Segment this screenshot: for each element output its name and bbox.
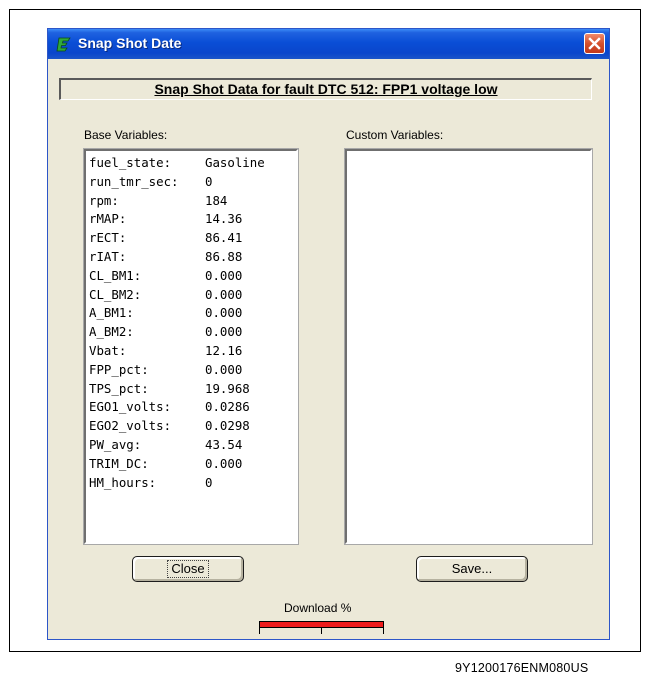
list-item[interactable]: rIAT: 86.88 [89, 248, 265, 267]
app-icon [56, 36, 72, 52]
variable-value: Gasoline [205, 155, 265, 170]
close-window-button[interactable] [584, 33, 605, 54]
list-item[interactable]: rECT: 86.41 [89, 229, 265, 248]
list-item[interactable]: Vbat: 12.16 [89, 342, 265, 361]
variable-name: A_BM1: [89, 305, 134, 321]
variable-name: fuel_state: [89, 155, 172, 170]
variable-name: TPS_pct: [89, 380, 149, 396]
base-variables-label: Base Variables: [84, 128, 168, 142]
variable-value: 14.36 [205, 211, 243, 227]
close-icon [588, 37, 601, 50]
list-item[interactable]: CL_BM2: 0.000 [89, 286, 265, 305]
variable-value: 0.000 [205, 455, 243, 471]
variable-name: rMAP: [89, 211, 127, 227]
variable-name: EGO1_volts: [89, 399, 172, 415]
save-button[interactable]: Save... [416, 556, 528, 582]
progress-tick [259, 628, 260, 634]
fault-banner: Snap Shot Data for fault DTC 512: FPP1 v… [59, 78, 592, 100]
list-item[interactable]: PW_avg: 43.54 [89, 436, 265, 455]
list-item[interactable]: EGO2_volts: 0.0298 [89, 417, 265, 436]
list-item[interactable]: CL_BM1: 0.000 [89, 267, 265, 286]
variable-value: 86.41 [205, 230, 243, 246]
custom-variables-list[interactable] [344, 148, 593, 545]
variable-name: TRIM_DC: [89, 455, 149, 471]
download-progress [259, 621, 384, 637]
list-item[interactable]: HM_hours: 0 [89, 474, 265, 493]
variable-name: CL_BM2: [89, 286, 142, 302]
variable-name: HM_hours: [89, 474, 157, 490]
variable-value: 0.000 [205, 267, 243, 283]
list-item[interactable]: fuel_state: Gasoline [89, 154, 265, 173]
close-button-label: Close [167, 560, 209, 578]
variable-name: PW_avg: [89, 436, 142, 452]
fault-banner-text: Snap Shot Data for fault DTC 512: FPP1 v… [154, 81, 498, 97]
variable-value: 0.000 [205, 361, 243, 377]
variable-value: 0 [205, 173, 213, 189]
list-item[interactable]: FPP_pct: 0.000 [89, 361, 265, 380]
variable-value: 43.54 [205, 436, 243, 452]
variable-name: EGO2_volts: [89, 418, 172, 434]
list-item[interactable]: A_BM2: 0.000 [89, 323, 265, 342]
close-button[interactable]: Close [132, 556, 244, 582]
variable-value: 0.000 [205, 305, 243, 321]
progress-tick [321, 628, 322, 634]
variable-name: rECT: [89, 230, 127, 246]
list-item[interactable]: EGO1_volts: 0.0286 [89, 398, 265, 417]
variable-name: rIAT: [89, 248, 127, 264]
progress-tick [383, 628, 384, 634]
variable-name: CL_BM1: [89, 267, 142, 283]
list-item[interactable]: TRIM_DC: 0.000 [89, 455, 265, 474]
variable-name: rpm: [89, 192, 119, 208]
variable-name: A_BM2: [89, 324, 134, 340]
window-title: Snap Shot Date [78, 35, 182, 51]
list-item[interactable]: A_BM1: 0.000 [89, 304, 265, 323]
variable-value: 0 [205, 474, 213, 490]
variable-value: 19.968 [205, 380, 250, 396]
variable-value: 0.0298 [205, 418, 250, 434]
base-variables-list[interactable]: fuel_state: Gasoline run_tmr_sec: 0 rpm: 184 r… [83, 148, 299, 545]
list-item[interactable]: rMAP: 14.36 [89, 210, 265, 229]
variable-value: 86.88 [205, 248, 243, 264]
variable-name: run_tmr_sec: [89, 173, 179, 189]
variable-value: 0.0286 [205, 399, 250, 415]
variable-name: Vbat: [89, 342, 127, 358]
document-id: 9Y1200176ENM080US [455, 661, 589, 675]
title-bar[interactable]: Snap Shot Date [48, 29, 609, 59]
custom-variables-label: Custom Variables: [346, 128, 444, 142]
variable-value: 0.000 [205, 286, 243, 302]
variable-name: FPP_pct: [89, 361, 149, 377]
list-item[interactable]: run_tmr_sec: 0 [89, 173, 265, 192]
variable-value: 12.16 [205, 342, 243, 358]
variable-value: 0.000 [205, 324, 243, 340]
save-button-label: Save... [451, 561, 493, 576]
variable-value: 184 [205, 192, 228, 208]
list-item[interactable]: TPS_pct: 19.968 [89, 380, 265, 399]
download-progress-label: Download % [284, 601, 352, 615]
snapshot-dialog: Snap Shot Date Snap Shot Data for fault … [47, 28, 610, 640]
download-progress-bar [259, 621, 384, 628]
list-item[interactable]: rpm: 184 [89, 192, 265, 211]
